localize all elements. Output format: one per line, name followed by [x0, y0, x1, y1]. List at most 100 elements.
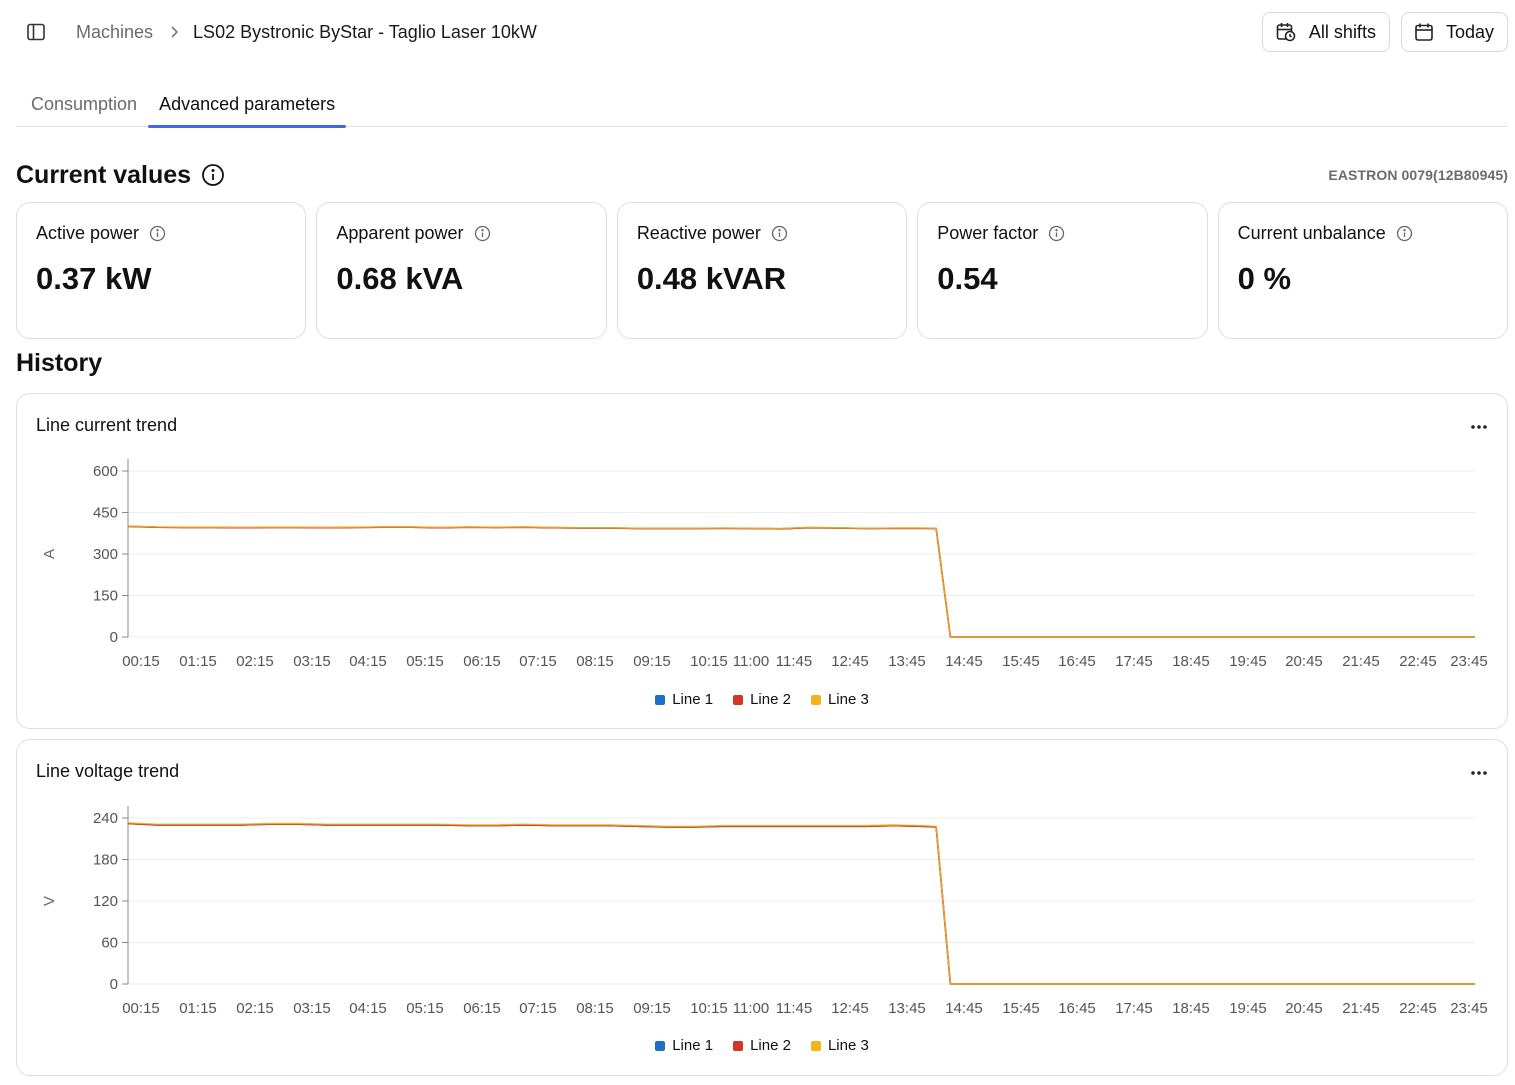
x-tick-label: 05:15 [406, 653, 444, 670]
shift-selector-label: All shifts [1308, 21, 1376, 42]
top-bar: Machines LS02 Bystronic ByStar - Taglio … [16, 12, 1508, 52]
x-tick-label: 01:15 [179, 1000, 217, 1017]
x-tick-label: 11:45 [776, 653, 812, 670]
legend-line-2[interactable]: Line 2 [733, 1037, 791, 1054]
legend-line-1[interactable]: Line 1 [655, 1037, 713, 1054]
x-tick-label: 11:45 [776, 1000, 812, 1017]
shift-selector-button[interactable]: All shifts [1261, 12, 1390, 52]
header-actions: All shifts Today [1261, 12, 1508, 52]
legend-label: Line 2 [750, 1037, 791, 1054]
date-selector-button[interactable]: Today [1400, 12, 1508, 52]
y-tick-label: 600 [93, 463, 118, 480]
tab-advanced-parameters[interactable]: Advanced parameters [148, 88, 347, 128]
info-icon[interactable] [1048, 225, 1065, 242]
line-current-chart-card: Line current trend 0 150 300 450 600 A 00:15 01… [16, 393, 1508, 729]
x-tick-label: 16:45 [1058, 1000, 1096, 1017]
kpi-label: Apparent power [336, 223, 464, 243]
kpi-value: 0.48 kVAR [636, 261, 787, 296]
device-identifier: EASTRON 0079(12B80945) [1328, 167, 1508, 183]
x-tick-label: 20:45 [1285, 1000, 1323, 1017]
x-tick-label: 03:15 [293, 653, 331, 670]
x-tick-label: 23:45 [1450, 1000, 1488, 1017]
kpi-card-power-factor: Power factor 0.54 [917, 202, 1208, 339]
x-tick-label: 17:45 [1115, 653, 1153, 670]
legend-line-1[interactable]: Line 1 [655, 691, 713, 708]
info-icon[interactable] [149, 225, 166, 242]
x-tick-label: 07:15 [519, 653, 557, 670]
x-tick-label: 16:45 [1058, 653, 1096, 670]
legend-swatch [733, 1040, 744, 1051]
x-tick-label: 11:00 [733, 653, 769, 670]
series-line-1 [127, 525, 1475, 638]
legend-swatch [810, 694, 821, 705]
kpi-card-apparent-power: Apparent power 0.68 kVA [316, 202, 607, 339]
series-line-1 [127, 822, 1475, 985]
kpi-label: Power factor [937, 223, 1039, 243]
series-line-2 [127, 822, 1475, 985]
x-tick-label: 18:45 [1172, 653, 1210, 670]
x-tick-label: 19:45 [1229, 1000, 1267, 1017]
tab-consumption[interactable]: Consumption [16, 88, 148, 126]
legend-swatch [810, 1040, 821, 1051]
line-current-chart: 0 150 300 450 600 A 00:15 01:15 02:15 03:15 04:15 0… [41, 459, 1488, 670]
info-icon[interactable] [1396, 225, 1413, 242]
kpi-value: 0.54 [937, 261, 998, 296]
x-tick-label: 22:45 [1399, 653, 1437, 670]
info-icon[interactable] [474, 225, 491, 242]
legend-line-3[interactable]: Line 3 [810, 691, 869, 708]
x-tick-label: 04:15 [349, 1000, 387, 1017]
info-icon[interactable] [771, 225, 788, 242]
current-values-title: Current values [16, 160, 192, 189]
calendar-icon [1414, 22, 1434, 42]
x-tick-label: 03:15 [293, 1000, 331, 1017]
x-tick-label: 21:45 [1342, 653, 1380, 670]
x-tick-label: 08:15 [576, 1000, 614, 1017]
history-title: History [16, 349, 103, 377]
series-line-3 [127, 822, 1475, 985]
x-tick-label: 22:45 [1399, 1000, 1437, 1017]
legend-line-3[interactable]: Line 3 [810, 1037, 869, 1054]
x-tick-label: 00:15 [122, 1000, 160, 1017]
x-tick-label: 17:45 [1115, 1000, 1153, 1017]
legend-label: Line 3 [827, 1037, 869, 1054]
x-tick-label: 12:45 [831, 1000, 869, 1017]
x-tick-label: 15:45 [1002, 653, 1040, 670]
kpi-value: 0.37 kW [36, 261, 152, 296]
x-tick-label: 00:15 [122, 653, 160, 670]
chevron-right-icon [169, 25, 179, 39]
kpi-value: 0 % [1237, 261, 1292, 296]
legend-swatch [733, 694, 744, 705]
line-voltage-chart-card: Line voltage trend 0 60 120 180 240 V 00:15 01:… [16, 739, 1508, 1076]
y-tick-label: 0 [110, 976, 118, 993]
kpi-label: Active power [36, 223, 140, 243]
info-icon[interactable] [201, 163, 225, 187]
x-tick-label: 10:15 [690, 653, 728, 670]
breadcrumb-machines-link[interactable]: Machines [76, 22, 153, 43]
y-tick-label: 120 [93, 893, 118, 910]
y-tick-label: 240 [93, 810, 118, 827]
current-values-header: Current values EASTRON 0079(12B80945) [16, 158, 1508, 192]
series-line-2 [127, 525, 1475, 638]
legend-swatch [655, 1040, 666, 1051]
y-axis-title: A [41, 549, 58, 559]
x-tick-label: 13:45 [888, 1000, 926, 1017]
kpi-card-active-power: Active power 0.37 kW [16, 202, 307, 339]
x-tick-label: 12:45 [831, 653, 869, 670]
legend-label: Line 1 [672, 1037, 714, 1054]
x-tick-label: 15:45 [1002, 1000, 1040, 1017]
y-axis-title: V [41, 896, 58, 906]
y-tick-label: 180 [93, 852, 118, 869]
y-tick-label: 0 [110, 629, 118, 646]
y-tick-label: 60 [101, 935, 118, 952]
x-tick-label: 20:45 [1285, 653, 1323, 670]
legend-line-2[interactable]: Line 2 [733, 691, 791, 708]
x-tick-label: 06:15 [463, 653, 501, 670]
kpi-cards: Active power 0.37 kW Apparent power 0.68… [16, 202, 1509, 339]
breadcrumb: Machines LS02 Bystronic ByStar - Taglio … [76, 22, 537, 43]
x-tick-label: 19:45 [1229, 653, 1267, 670]
x-tick-label: 02:15 [236, 1000, 274, 1017]
y-tick-label: 450 [93, 505, 118, 522]
sidebar-toggle-icon[interactable] [16, 12, 56, 52]
x-tick-label: 13:45 [888, 653, 926, 670]
x-tick-label: 14:45 [945, 1000, 983, 1017]
